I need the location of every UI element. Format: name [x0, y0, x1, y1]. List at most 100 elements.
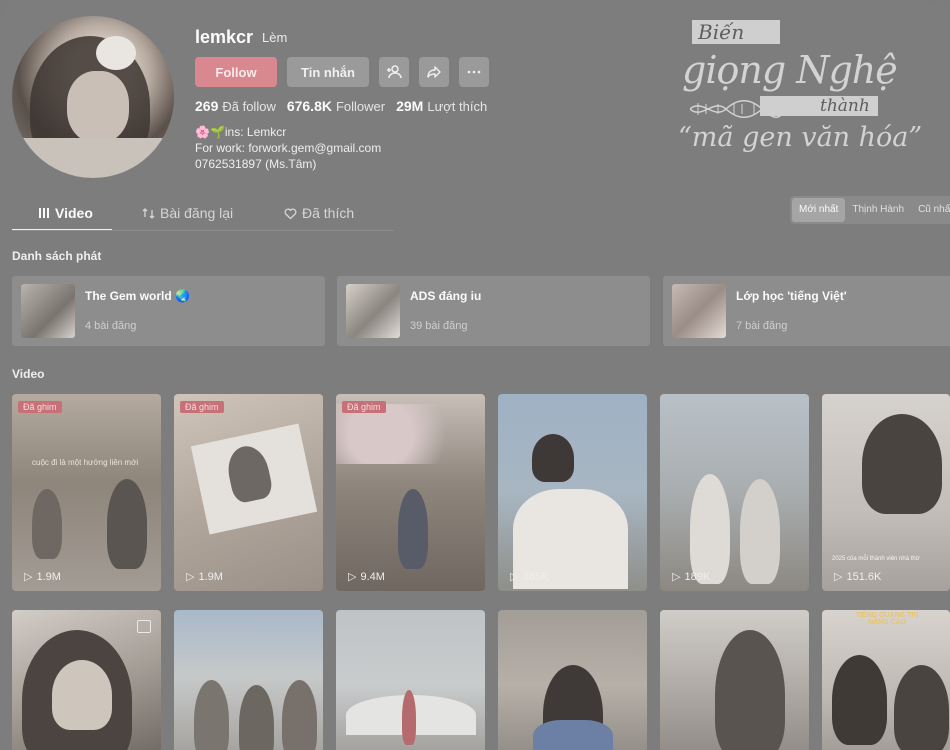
video-card[interactable]: Đã ghim ▷ 1.9M [174, 394, 323, 591]
video-card[interactable] [174, 610, 323, 750]
more-button[interactable] [459, 57, 489, 87]
playlists-heading: Danh sách phát [12, 249, 102, 263]
add-friend-button[interactable] [379, 57, 409, 87]
video-scene [336, 404, 485, 464]
stat-value: 676.8K [286, 98, 332, 114]
tab-liked[interactable]: Đã thích [284, 205, 354, 221]
view-count: ▷ 365K [510, 570, 549, 584]
sort-control: Mới nhất Thịnh Hành Cũ nhất [790, 196, 950, 224]
repost-icon [142, 207, 155, 219]
tab-video[interactable]: Video [38, 205, 93, 221]
grid-icon [39, 208, 49, 218]
video-scene [282, 680, 317, 750]
video-scene [194, 680, 229, 750]
video-scene [398, 489, 428, 569]
video-scene [740, 479, 780, 584]
stat-followers[interactable]: 676.8K Follower [287, 98, 385, 114]
video-scene [894, 665, 949, 750]
playlist-count: 7 bài đăng [736, 320, 788, 332]
view-count-value: 1.9M [36, 570, 61, 583]
view-count-value: 151.6K [846, 570, 882, 583]
view-count-value: 9.4M [360, 570, 385, 583]
stat-label: Lượt thích [427, 99, 488, 114]
video-card[interactable]: 2025 của mỗi thành viên nhà thờ ▷ 151.6K [822, 394, 950, 591]
video-card[interactable] [498, 610, 647, 750]
video-caption: cuộc đi là một hướng liên mới [32, 458, 139, 467]
username: lemkcr [195, 27, 254, 47]
profile-stats: 269 Đã follow 676.8K Follower 29M Lượt thíc… [195, 98, 498, 114]
avatar[interactable] [12, 16, 174, 178]
bio: 🌸🌱ins: Lemkcr For work: forwork.gem@gmai… [195, 124, 381, 172]
video-card[interactable]: Đã ghim ▷ 9.4M [336, 394, 485, 591]
stat-value: 29M [396, 98, 424, 114]
share-button[interactable] [419, 57, 449, 87]
video-card[interactable] [336, 610, 485, 750]
play-icon: ▷ [510, 571, 519, 583]
avatar-shirt [12, 138, 174, 178]
video-card[interactable] [660, 610, 809, 750]
playlist-thumbnail [672, 284, 726, 338]
banner-line: giọng Nghệ [682, 48, 898, 92]
profile-page: lemkcr Lèm Follow Tin nhắn 269 Đã follow … [0, 0, 950, 750]
stat-likes: 29M Lượt thích [396, 98, 487, 114]
pinned-badge: Đã ghim [18, 401, 62, 413]
view-count: ▷ 189K [672, 570, 711, 584]
video-scene [402, 690, 416, 745]
tab-label: Video [55, 205, 93, 221]
video-scene [832, 655, 887, 745]
video-card[interactable]: cuộc đi là một hướng liên mới Đã ghim ▷ 1… [12, 394, 161, 591]
playlist-thumbnail [21, 284, 75, 338]
pinned-badge: Đã ghim [180, 401, 224, 413]
view-count-value: 365K [522, 570, 549, 583]
view-count: ▷ 151.6K [834, 570, 882, 584]
heart-icon [284, 208, 297, 219]
stat-following[interactable]: 269 Đã follow [195, 98, 276, 114]
video-caption: 2025 của mỗi thành viên nhà thờ [832, 556, 920, 562]
bio-line: 🌸🌱ins: Lemkcr [195, 125, 287, 139]
stat-label: Đã follow [222, 99, 276, 114]
pinned-badge: Đã ghim [342, 401, 386, 413]
profile-tabs: Video Bài đăng lại Đã thích [12, 199, 392, 231]
playlist-thumbnail [346, 284, 400, 338]
view-count: ▷ 1.9M [186, 570, 223, 584]
banner-line: Biến [692, 20, 781, 44]
video-card[interactable]: TIẾNG QUẢNG TRỊ NÂNG CAO [822, 610, 950, 750]
play-icon: ▷ [186, 571, 195, 583]
message-button[interactable]: Tin nhắn [287, 57, 369, 87]
video-scene [690, 474, 730, 584]
playlist-card[interactable]: Lớp học 'tiếng Việt' 7 bài đăng [663, 276, 950, 346]
profile-banner-art: Biến giọng Nghệ thành “mã gen văn hóa” [670, 18, 930, 168]
tab-reposts[interactable]: Bài đăng lại [142, 205, 233, 221]
playlist-count: 39 bài đăng [410, 320, 468, 332]
stat-value: 269 [195, 98, 219, 114]
play-icon: ▷ [672, 571, 681, 583]
playlist-title: The Gem world 🌏 [85, 289, 190, 303]
play-icon: ▷ [834, 571, 843, 583]
bio-line: For work: forwork.gem@gmail.com [195, 141, 382, 155]
playlist-title: ADS đáng iu [410, 289, 482, 303]
sort-newest[interactable]: Mới nhất [792, 198, 846, 222]
tab-label: Đã thích [302, 205, 355, 221]
add-user-icon [387, 65, 402, 79]
follow-button[interactable]: Follow [195, 57, 277, 87]
playlist-card[interactable]: ADS đáng iu 39 bài đăng [337, 276, 650, 346]
video-caption: TIẾNG QUẢNG TRỊ NÂNG CAO [855, 612, 919, 626]
stat-label: Follower [335, 99, 386, 114]
video-scene [862, 414, 942, 514]
video-scene [715, 630, 785, 750]
view-count-value: 189K [684, 570, 711, 583]
videos-heading: Video [12, 367, 45, 381]
video-scene [107, 479, 147, 569]
video-card[interactable] [12, 610, 161, 750]
sort-oldest[interactable]: Cũ nhất [911, 198, 950, 222]
video-scene [533, 720, 613, 750]
video-card[interactable]: ▷ 365K [498, 394, 647, 591]
play-icon: ▷ [348, 571, 357, 583]
playlist-card[interactable]: The Gem world 🌏 4 bài đăng [12, 276, 325, 346]
video-card[interactable]: ▷ 189K [660, 394, 809, 591]
video-scene [239, 685, 274, 750]
sort-trending[interactable]: Thịnh Hành [845, 198, 911, 222]
avatar-flower [96, 36, 136, 70]
banner-line: thành [760, 96, 878, 116]
view-count-value: 1.9M [198, 570, 223, 583]
